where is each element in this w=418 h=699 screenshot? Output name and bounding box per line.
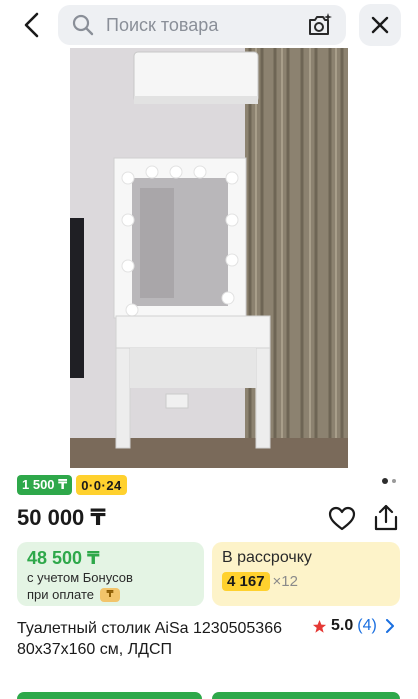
rating-count: (4): [357, 617, 377, 634]
share-icon[interactable]: [372, 503, 400, 533]
pagination-dot-active: [382, 478, 388, 484]
installment-title: В рассрочку: [222, 549, 312, 566]
star-icon: [312, 619, 327, 633]
camera-search-icon[interactable]: [306, 12, 334, 38]
installment-badge: 0·0·24: [76, 475, 127, 495]
chevron-right-icon: [385, 619, 394, 633]
pagination-dot: [392, 479, 396, 483]
close-button[interactable]: [359, 4, 401, 46]
search-bar[interactable]: [58, 5, 346, 45]
installment-card[interactable]: В рассрочку 4 167 ×12: [212, 542, 400, 606]
bonus-price: 48 500 ₸: [27, 548, 100, 568]
bonus-badge: 1 500 ₸: [17, 475, 73, 495]
top-bar: [0, 0, 418, 50]
product-price: 50 000 ₸: [17, 505, 106, 530]
installment-months: ×12: [272, 573, 298, 590]
heart-icon[interactable]: [328, 505, 356, 533]
bottom-action-button-right[interactable]: [212, 692, 400, 699]
bonus-coin-icon: ₸: [99, 587, 120, 602]
product-image[interactable]: [70, 48, 348, 468]
product-title: Туалетный столик AiSa 1230505366 80x37x1…: [17, 620, 282, 658]
bottom-action-button-left[interactable]: [17, 692, 202, 699]
installment-monthly: 4 167: [222, 572, 270, 591]
bonus-price-card[interactable]: 48 500 ₸ с учетом Бонусов при оплате ₸: [17, 542, 204, 606]
tv-edge: [70, 218, 84, 378]
search-input[interactable]: [106, 5, 296, 45]
search-icon: [72, 14, 94, 36]
back-arrow-icon: [24, 12, 39, 38]
bonus-note-text: при оплате: [27, 587, 94, 602]
rating-value: 5.0: [331, 617, 354, 634]
back-button[interactable]: [14, 8, 50, 42]
installment-row: 4 167 ×12: [222, 572, 298, 591]
bonus-note-line2: при оплате ₸: [27, 587, 120, 602]
close-icon: [371, 16, 389, 34]
promo-badges: 1 500 ₸ 0·0·24: [17, 475, 127, 495]
rating-link[interactable]: 5.0 (4): [312, 617, 395, 635]
product-photo: [70, 48, 348, 468]
gallery-pagination: [382, 478, 396, 484]
bonus-note-line1: с учетом Бонусов: [27, 570, 133, 585]
